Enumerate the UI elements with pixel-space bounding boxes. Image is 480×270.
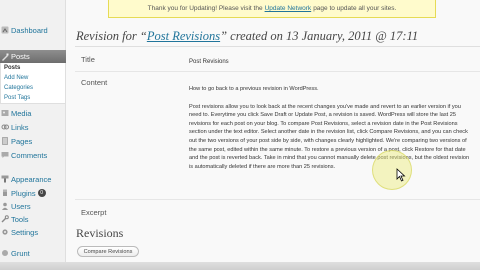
notice-text: Thank you for Updating! Please visit the	[147, 5, 263, 12]
users-icon	[1, 202, 9, 210]
sidebar-item-appearance[interactable]: Appearance	[0, 172, 66, 186]
sidebar-item-settings[interactable]: Settings	[0, 225, 66, 239]
content-paragraph: How to go back to a previous revision in…	[189, 86, 319, 92]
links-icon	[1, 123, 9, 131]
row-divider	[75, 71, 480, 72]
mouse-pointer-icon	[396, 168, 406, 182]
settings-icon	[1, 228, 9, 236]
submenu-item-add-new[interactable]: Add New	[4, 75, 28, 81]
update-network-link[interactable]: Update Network	[265, 5, 312, 12]
sidebar-item-label: Media	[11, 108, 32, 118]
media-icon	[1, 109, 9, 117]
sidebar-item-label: Pages	[11, 136, 33, 146]
sidebar-item-label: Settings	[11, 227, 39, 237]
posts-submenu: Posts Add New Categories Post Tags	[0, 63, 66, 104]
cursor-highlight	[372, 150, 412, 190]
sidebar-item-links[interactable]: Links	[0, 120, 66, 134]
title-label: Title	[81, 55, 95, 64]
sidebar-item-pages[interactable]: Pages	[0, 134, 66, 148]
excerpt-label: Excerpt	[81, 208, 107, 217]
submenu-item-post-tags[interactable]: Post Tags	[4, 95, 30, 101]
row-divider	[75, 199, 480, 200]
sidebar-item-label: Users	[11, 201, 31, 211]
update-notice: Thank you for Updating! Please visit the…	[108, 0, 436, 18]
sidebar-item-media[interactable]: Media	[0, 106, 66, 120]
sidebar-item-label: Tools	[11, 214, 29, 224]
admin-sidebar: Dashboard Posts Posts Add New Categories…	[0, 0, 70, 270]
video-bottom-strip	[0, 262, 480, 270]
submenu-item-categories[interactable]: Categories	[4, 85, 33, 91]
appearance-icon	[1, 175, 9, 183]
revisions-heading: Revisions	[76, 226, 124, 240]
tools-icon	[1, 215, 9, 223]
plugins-icon	[1, 189, 9, 197]
content-label: Content	[81, 78, 108, 87]
sidebar-item-posts[interactable]: Posts	[0, 50, 70, 63]
content-value: How to go back to a previous revision in…	[189, 85, 472, 180]
sidebar-item-label: Posts	[11, 52, 30, 61]
title-suffix: ” created on 13 January, 2011 @ 17:11	[220, 29, 419, 43]
comments-icon	[1, 151, 9, 159]
plugins-update-badge: 0	[37, 189, 46, 197]
posts-icon	[1, 53, 9, 61]
dashboard-icon	[1, 26, 9, 34]
sidebar-item-label: Dashboard	[11, 25, 48, 35]
page-title: Revision for “Post Revisions” created on…	[76, 29, 418, 44]
sidebar-item-grunt[interactable]: Grunt	[0, 246, 66, 260]
sidebar-item-label: Grunt	[11, 248, 30, 258]
sidebar-item-label: Appearance	[11, 174, 52, 184]
notice-text-end: page to update all your sites.	[313, 5, 397, 12]
sidebar-item-label: Comments	[11, 150, 48, 160]
sidebar-item-dashboard[interactable]: Dashboard	[0, 23, 66, 37]
compare-revisions-button[interactable]: Compare Revisions	[77, 246, 139, 257]
sidebar-item-users[interactable]: Users	[0, 199, 66, 213]
grunt-icon	[1, 249, 9, 257]
sidebar-item-tools[interactable]: Tools	[0, 212, 66, 226]
submenu-item-posts[interactable]: Posts	[4, 65, 20, 71]
content-paragraph: Post revisions allow you to look back at…	[189, 103, 470, 170]
title-prefix: Revision for “	[76, 29, 147, 43]
title-value: Post Revisions	[189, 59, 229, 65]
sidebar-item-label: Links	[11, 122, 29, 132]
current-menu-arrow	[66, 52, 70, 60]
sidebar-item-plugins[interactable]: Plugins 0	[0, 186, 66, 200]
pages-icon	[1, 137, 9, 145]
sidebar-item-label: Plugins	[11, 188, 36, 198]
sidebar-item-comments[interactable]: Comments	[0, 148, 66, 162]
post-title-link[interactable]: Post Revisions	[147, 29, 220, 43]
